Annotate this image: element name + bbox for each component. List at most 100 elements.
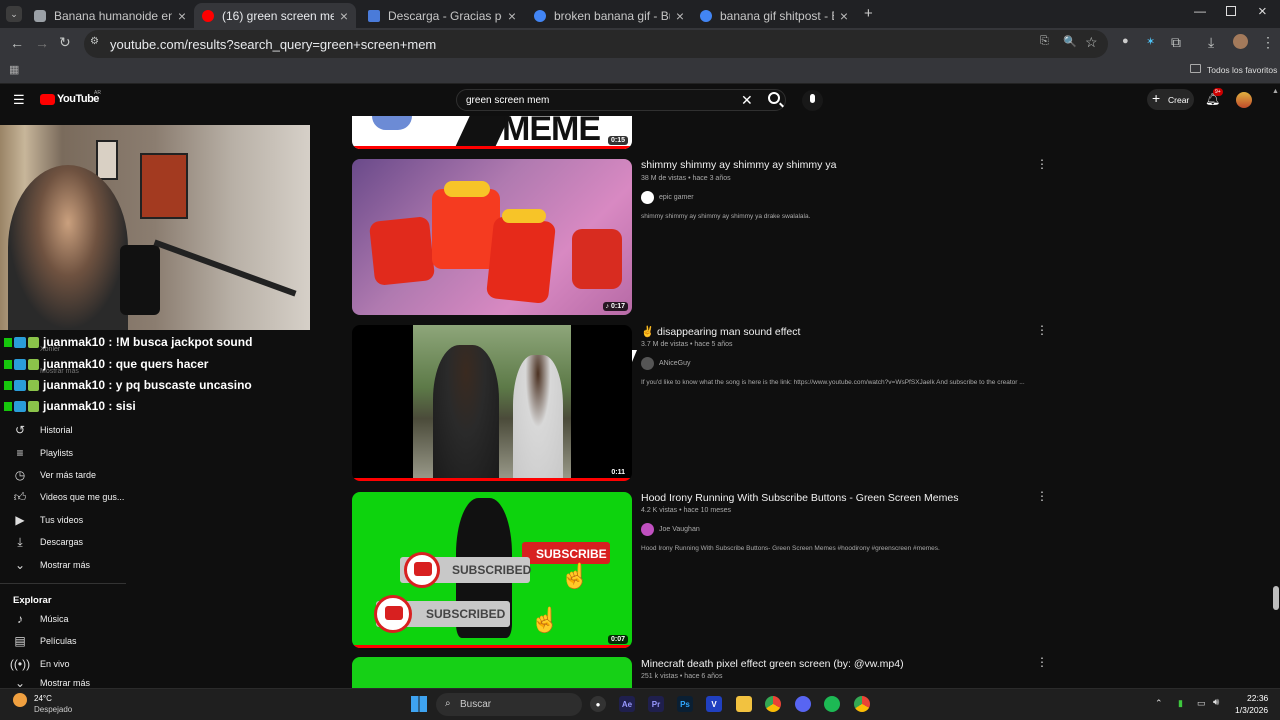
hamburger-menu-icon[interactable]: ☰ (13, 92, 25, 108)
scroll-up-icon[interactable]: ▲ (1272, 88, 1279, 95)
extensions-puzzle-icon[interactable]: ⧉ (1171, 34, 1181, 51)
apps-grid-icon[interactable]: ▦ (9, 63, 19, 76)
profile-avatar[interactable] (1233, 34, 1248, 49)
video-channel[interactable]: epic gamer (641, 191, 694, 204)
sidebar-item-show-more[interactable]: ⌄ Mostrar más (0, 555, 90, 575)
zoom-icon[interactable]: 🔍 (1063, 35, 1077, 48)
video-duration: 0:07 (607, 635, 628, 644)
url-text: youtube.com/results?search_query=green+s… (110, 37, 437, 52)
video-title[interactable]: Hood Irony Running With Subscribe Button… (641, 492, 958, 504)
new-tab-icon[interactable]: + (864, 5, 873, 22)
close-window-icon[interactable]: × (1258, 3, 1267, 20)
clock-time[interactable]: 22:36 (1247, 693, 1268, 703)
restore-icon[interactable] (1226, 6, 1236, 16)
user-avatar[interactable] (1236, 92, 1252, 108)
sidebar-item-movies[interactable]: ▤ Películas (0, 631, 76, 651)
download-icon[interactable]: ⤓ (1208, 34, 1214, 51)
all-bookmarks-link[interactable]: Todos los favoritos (1207, 65, 1277, 75)
chrome-app-icon[interactable] (765, 696, 781, 712)
back-icon[interactable]: ← (10, 35, 24, 51)
video-thumbnail[interactable]: SUBSCRIBE SUBSCRIBED SUBSCRIBED ☝ ☝ 0:07 (352, 492, 632, 648)
chat-message: juanmak10 : y pq buscaste uncasino (4, 378, 252, 392)
scrollbar-thumb[interactable] (1273, 586, 1279, 610)
sidebar-item-music[interactable]: ♪ Música (0, 609, 69, 629)
chat-user: juanmak10 (43, 399, 106, 413)
site-info-icon[interactable]: ⚙ (90, 36, 99, 47)
file-explorer-app-icon[interactable] (736, 696, 752, 712)
sidebar-item-label: Videos que me gus... (40, 492, 125, 502)
video-title[interactable]: ✌ disappearing man sound effect (641, 325, 800, 338)
chat-badge-icon (28, 336, 39, 348)
video-duration: ♪ 0:17 (602, 302, 628, 311)
sidebar-item-your-videos[interactable]: ▶ Tus videos (0, 510, 83, 530)
photoshop-app-icon[interactable]: Ps (677, 696, 693, 712)
video-thumbnail[interactable]: MEME 0:15 (352, 116, 632, 149)
chevron-down-icon: ⌄ (14, 558, 26, 572)
sidebar-item-downloads[interactable]: ⤓ Descargas (0, 532, 83, 552)
chrome-app-icon-active[interactable] (854, 696, 870, 712)
translate-extension-icon[interactable]: ✶ (1146, 35, 1155, 48)
video-title[interactable]: shimmy shimmy ay shimmy ay shimmy ya (641, 159, 836, 171)
youtube-logo-icon[interactable] (40, 94, 55, 105)
forward-icon[interactable]: → (35, 35, 49, 51)
speaker-tray-icon[interactable]: 🔊︎ (1213, 697, 1219, 708)
sidebar-item-watch-later[interactable]: ◷ Ver más tarde (0, 465, 96, 485)
close-icon[interactable]: × (178, 8, 186, 24)
video-description: shimmy shimmy ay shimmy ay shimmy ya dra… (641, 213, 811, 220)
extension-icon[interactable]: ● (1122, 35, 1129, 47)
video-thumbnail[interactable]: 0:11 (352, 325, 632, 481)
vegas-app-icon[interactable]: V (706, 696, 722, 712)
premiere-app-icon[interactable]: Pr (648, 696, 664, 712)
download-icon: ⤓ (17, 534, 23, 549)
channel-avatar (641, 357, 654, 370)
taskbar-search[interactable] (436, 693, 582, 716)
youtube-logo-text[interactable]: YouTube (57, 93, 99, 105)
sidebar-item-live[interactable]: ((•)) En vivo (0, 654, 70, 674)
clear-search-icon[interactable]: ✕ (741, 92, 753, 109)
microphone-tray-icon[interactable]: ▮ (1178, 698, 1183, 709)
minimize-icon[interactable]: — (1194, 4, 1206, 18)
windows-start-icon[interactable] (411, 696, 427, 712)
video-duration: 0:15 (607, 136, 628, 145)
display-tray-icon[interactable]: ▭ (1197, 698, 1206, 709)
close-icon[interactable]: × (340, 8, 348, 24)
weather-icon[interactable] (13, 693, 27, 707)
sidebar-item-playlists[interactable]: ≡ Playlists (0, 443, 73, 463)
browser-tab[interactable]: broken banana gif - Buscar con G × (526, 3, 692, 28)
menu-kebab-icon[interactable]: ⋮ (1261, 34, 1275, 51)
after-effects-app-icon[interactable]: Ae (619, 696, 635, 712)
sidebar-item-liked[interactable]: 👍︎ Videos que me gus... (0, 487, 125, 507)
sidebar-item-show-more[interactable]: ⌄ Mostrar más (0, 677, 90, 688)
tab-list-icon[interactable]: ⌄ (6, 6, 22, 22)
browser-tab[interactable]: Descarga - Gracias por descargar × (360, 3, 524, 28)
browser-tab-active[interactable]: (16) green screen mem - YouTube × (194, 3, 356, 28)
playlist-icon: ≡ (16, 446, 24, 460)
close-icon[interactable]: × (840, 8, 848, 24)
more-options-icon[interactable]: ⋮ (1036, 655, 1048, 669)
more-options-icon[interactable]: ⋮ (1036, 489, 1048, 503)
install-icon[interactable]: ⎘ (1040, 35, 1049, 48)
obs-app-icon[interactable]: ● (590, 696, 606, 712)
more-options-icon[interactable]: ⋮ (1036, 323, 1048, 337)
discord-app-icon[interactable] (795, 696, 811, 712)
close-icon[interactable]: × (676, 8, 684, 24)
bookmark-star-icon[interactable]: ☆ (1085, 34, 1098, 51)
clock-icon: ◷ (14, 468, 26, 482)
close-icon[interactable]: × (508, 8, 516, 24)
video-channel[interactable]: Joe Vaughan (641, 523, 700, 536)
page-scrollbar[interactable]: ▲ (1271, 88, 1280, 688)
spotify-app-icon[interactable] (824, 696, 840, 712)
clock-date[interactable]: 1/3/2026 (1235, 705, 1268, 715)
video-thumbnail[interactable]: ♪ 0:17 (352, 159, 632, 315)
weather-desc: Despejado (34, 705, 73, 714)
more-options-icon[interactable]: ⋮ (1036, 157, 1048, 171)
video-thumbnail[interactable] (352, 657, 632, 688)
video-title[interactable]: Minecraft death pixel effect green scree… (641, 658, 904, 670)
sidebar-item-history[interactable]: ↺ Historial (0, 420, 73, 440)
reload-icon[interactable]: ↻ (59, 34, 71, 51)
tray-chevron-icon[interactable]: ⌃ (1155, 698, 1163, 709)
browser-tab[interactable]: banana gif shitpost - Buscar con G × (692, 3, 856, 28)
video-channel[interactable]: ANiceGuy (641, 357, 691, 370)
search-icon[interactable] (768, 92, 780, 104)
browser-tab[interactable]: Banana humanoide en foto × (26, 3, 194, 28)
